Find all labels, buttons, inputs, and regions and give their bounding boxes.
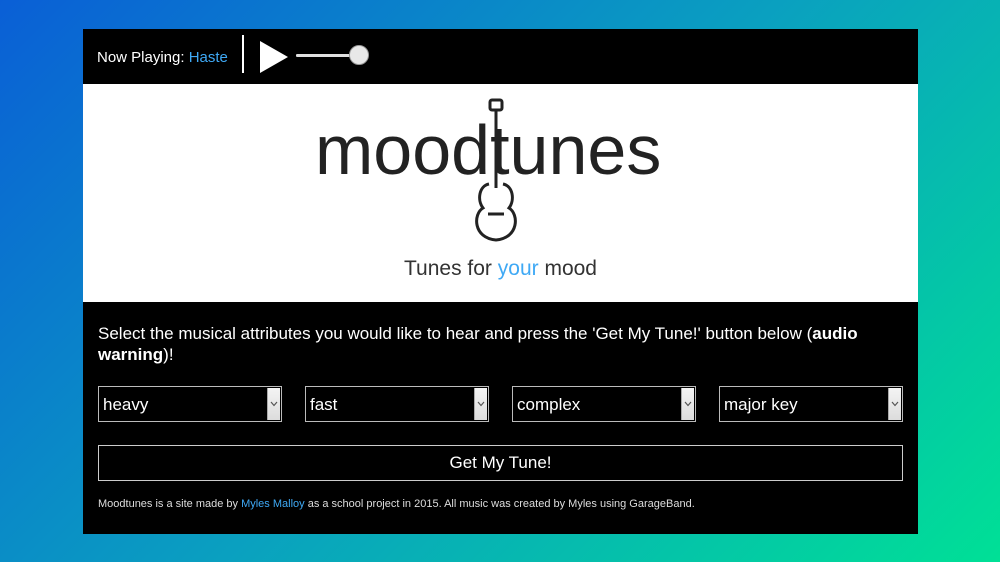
chevron-down-icon (474, 388, 487, 420)
play-icon (260, 41, 288, 73)
tempo-select-value: fast (310, 395, 338, 414)
moodtunes-logo: moodtunes (315, 98, 661, 242)
instructions-text: Select the musical attributes you would … (98, 324, 813, 343)
weight-select-value: heavy (103, 395, 149, 414)
track-name-link[interactable]: Haste (189, 49, 228, 66)
author-link[interactable]: Myles Malloy (241, 498, 305, 510)
chevron-down-icon (681, 388, 694, 420)
attribute-selects: heavy fast complex major key (98, 386, 903, 422)
volume-slider[interactable] (296, 45, 372, 67)
app-frame: Now Playing: Haste moodtunes Tunes for y… (83, 29, 918, 534)
tagline-post: mood (538, 257, 597, 280)
logo-wordmark: moodtunes (315, 111, 661, 189)
chevron-down-icon (888, 388, 901, 420)
tagline: Tunes for your mood (83, 257, 918, 281)
key-select-value: major key (724, 395, 798, 414)
volume-slider-thumb[interactable] (348, 45, 369, 65)
tagline-accent: your (497, 257, 539, 280)
now-playing-label: Now Playing: (97, 49, 185, 66)
instructions: Select the musical attributes you would … (98, 323, 898, 365)
play-button[interactable] (259, 40, 289, 74)
tagline-pre: Tunes for (404, 257, 498, 280)
site-header: moodtunes Tunes for your mood (83, 84, 918, 302)
player-divider (242, 35, 244, 73)
complexity-select[interactable]: complex (512, 386, 696, 422)
key-select[interactable]: major key (719, 386, 903, 422)
tempo-select[interactable]: fast (305, 386, 489, 422)
weight-select[interactable]: heavy (98, 386, 282, 422)
footer-pre: Moodtunes is a site made by (98, 498, 242, 510)
footer-credits: Moodtunes is a site made by Myles Malloy… (98, 498, 903, 510)
footer-post: as a school project in 2015. All music w… (304, 498, 695, 510)
player-bar: Now Playing: Haste (83, 29, 918, 84)
get-my-tune-button[interactable]: Get My Tune! (98, 445, 903, 481)
chevron-down-icon (267, 388, 280, 420)
instructions-end: )! (163, 345, 174, 364)
complexity-select-value: complex (517, 395, 581, 414)
now-playing: Now Playing: Haste (97, 49, 228, 66)
